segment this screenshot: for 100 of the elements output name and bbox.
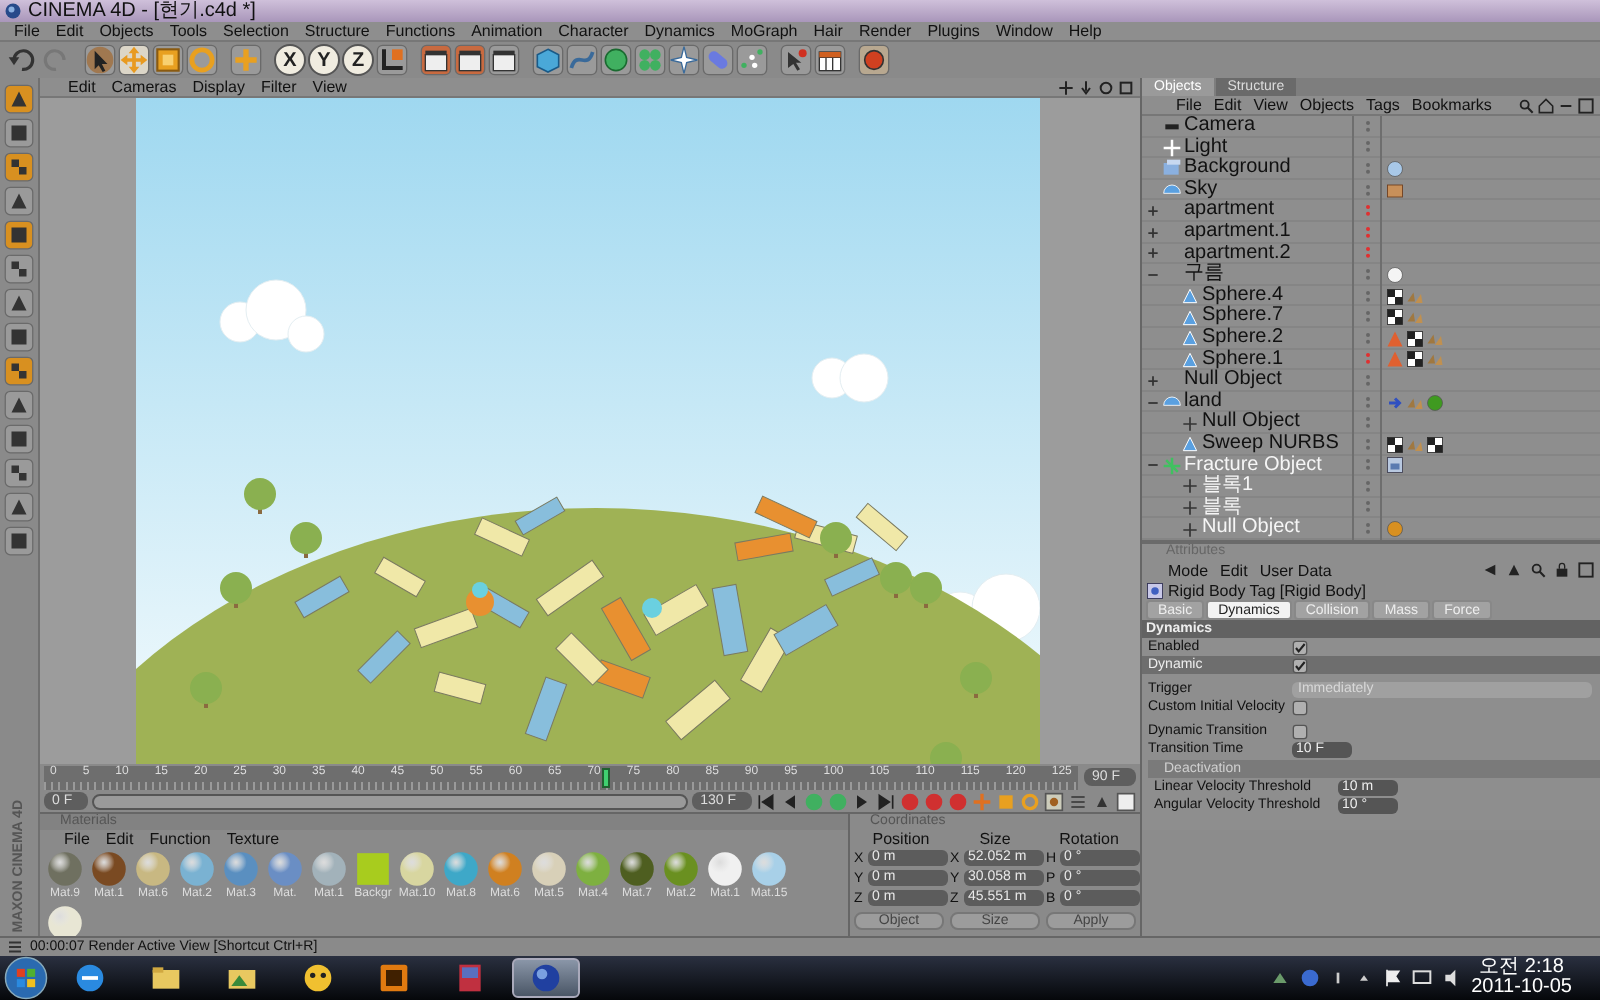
checker-tag-icon[interactable]: [1386, 308, 1404, 327]
checker-tag-icon[interactable]: [1386, 435, 1404, 454]
object-name[interactable]: 블록1: [1202, 476, 1254, 498]
book-icon[interactable]: [454, 962, 486, 994]
menu-item[interactable]: Plugins: [919, 22, 988, 40]
object-name[interactable]: Sweep NURBS: [1202, 433, 1339, 455]
expand-icon[interactable]: [1146, 225, 1160, 240]
menu-item[interactable]: Objects: [1293, 95, 1361, 115]
material-swatch-icon[interactable]: [134, 850, 172, 888]
skip-start-icon[interactable]: [756, 791, 776, 811]
checkbox[interactable]: [1292, 639, 1308, 655]
record-icon[interactable]: [858, 44, 890, 76]
material-swatch-icon[interactable]: [706, 850, 744, 888]
move-icon[interactable]: [1058, 79, 1074, 95]
menu-item[interactable]: Edit: [60, 78, 104, 96]
menu-item[interactable]: Edit: [47, 22, 92, 40]
object-name[interactable]: Sphere.2: [1202, 327, 1284, 350]
material-swatch-icon[interactable]: [46, 904, 84, 936]
expand-icon[interactable]: [1146, 246, 1160, 261]
object-name[interactable]: apartment.2: [1184, 243, 1291, 265]
object-name[interactable]: Fracture Object: [1184, 455, 1322, 477]
flag-icon[interactable]: [1381, 968, 1402, 988]
network-icon[interactable]: [1269, 968, 1290, 988]
step-back-icon[interactable]: [780, 791, 800, 811]
up-arrow-icon[interactable]: [1506, 562, 1522, 578]
undo-icon[interactable]: [6, 44, 38, 76]
search-icon[interactable]: [1518, 97, 1534, 113]
material-swatch-icon[interactable]: [618, 850, 656, 888]
expand-icon[interactable]: [1146, 204, 1160, 219]
sphere-icon[interactable]: [530, 962, 562, 994]
checker-tag-icon[interactable]: [1386, 287, 1404, 306]
object-name[interactable]: apartment: [1184, 200, 1275, 222]
axis-lock-button[interactable]: Y: [308, 44, 340, 76]
cube-icon[interactable]: [532, 44, 564, 76]
object-name[interactable]: 블록: [1202, 497, 1242, 519]
material-swatch-icon[interactable]: [354, 850, 392, 888]
material-tag-icon[interactable]: [1386, 159, 1404, 178]
lock-icon[interactable]: [1554, 562, 1570, 578]
menu-item[interactable]: Display: [184, 78, 253, 96]
compositing-tag-icon[interactable]: [1386, 181, 1404, 200]
material-swatch-icon[interactable]: [750, 850, 788, 888]
polygon-icon[interactable]: [4, 84, 34, 114]
folder-icon[interactable]: [150, 962, 182, 994]
menu-item[interactable]: MoGraph: [722, 22, 806, 40]
material-swatch-icon[interactable]: [90, 850, 128, 888]
object-name[interactable]: apartment.1: [1184, 221, 1291, 244]
parameter-icon[interactable]: [1044, 791, 1064, 811]
menu-item[interactable]: Filter: [252, 78, 305, 96]
menu-item[interactable]: User Data: [1253, 561, 1338, 579]
material-swatch-icon[interactable]: [398, 850, 436, 888]
illustrator-icon[interactable]: [378, 962, 410, 994]
object-name[interactable]: 구름: [1184, 264, 1224, 286]
object-name[interactable]: Sphere.7: [1202, 306, 1284, 328]
clapperboard-icon[interactable]: [488, 44, 520, 76]
cursor-icon[interactable]: [780, 44, 812, 76]
axis-icon[interactable]: [376, 44, 408, 76]
window-icon[interactable]: [1578, 562, 1594, 578]
particles-icon[interactable]: [736, 44, 768, 76]
axis-lock-button[interactable]: Z: [342, 44, 374, 76]
clapperboard-icon[interactable]: [420, 44, 452, 76]
material-tag-icon[interactable]: [1386, 520, 1404, 539]
menu-item[interactable]: Dynamics: [636, 22, 723, 40]
menu-item[interactable]: Animation: [463, 22, 551, 40]
object-name[interactable]: Background: [1184, 158, 1291, 180]
spline-icon[interactable]: [566, 44, 598, 76]
material-swatch-icon[interactable]: [266, 850, 304, 888]
menu-item[interactable]: View: [1247, 95, 1294, 115]
material-swatch-icon[interactable]: [46, 850, 84, 888]
plus-icon[interactable]: [230, 44, 262, 76]
scale-icon[interactable]: [152, 44, 184, 76]
menu-item[interactable]: Hair: [805, 22, 851, 40]
pointer-icon[interactable]: [84, 44, 116, 76]
material-swatch-icon[interactable]: [310, 850, 348, 888]
star-icon[interactable]: [668, 44, 700, 76]
window-icon[interactable]: [1578, 97, 1594, 113]
menu-item[interactable]: File: [1170, 95, 1208, 115]
menu-item[interactable]: Function: [141, 830, 219, 848]
material-swatch-icon[interactable]: [222, 850, 260, 888]
menu-item[interactable]: Structure: [296, 22, 378, 40]
checker-tag-icon[interactable]: [1426, 435, 1444, 454]
maximize-icon[interactable]: [1118, 79, 1134, 95]
menu-item[interactable]: Character: [550, 22, 637, 40]
step-forward-icon[interactable]: [852, 791, 872, 811]
move-icon[interactable]: [118, 44, 150, 76]
checkbox[interactable]: [1292, 657, 1308, 673]
menu-item[interactable]: Mode: [1162, 561, 1215, 579]
material-swatch-icon[interactable]: [662, 850, 700, 888]
menu-item[interactable]: Help: [1060, 22, 1110, 40]
material-swatch-icon[interactable]: [486, 850, 524, 888]
help-icon[interactable]: [1299, 968, 1320, 988]
menu-item[interactable]: File: [56, 830, 98, 848]
menu-item[interactable]: View: [304, 78, 355, 96]
axis-lock-button[interactable]: X: [274, 44, 306, 76]
menu-item[interactable]: Objects: [91, 22, 162, 40]
object-name[interactable]: Sphere.1: [1202, 349, 1284, 371]
clapperboard-icon[interactable]: [454, 44, 486, 76]
checkbox[interactable]: [1292, 723, 1308, 739]
checker-tag-icon[interactable]: [1406, 350, 1424, 369]
material-swatch-icon[interactable]: [178, 850, 216, 888]
menu-item[interactable]: Functions: [377, 22, 464, 40]
